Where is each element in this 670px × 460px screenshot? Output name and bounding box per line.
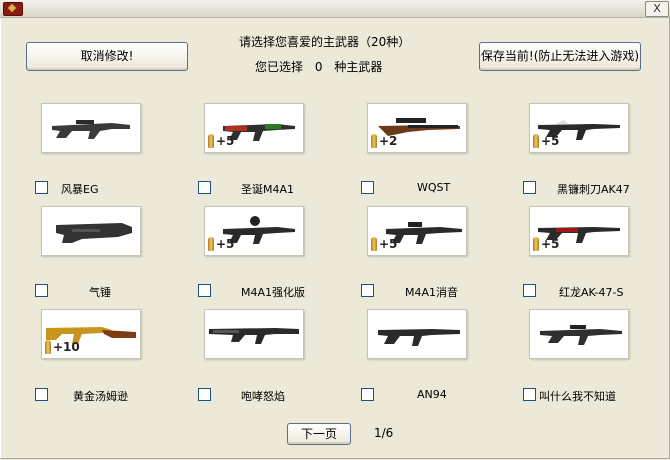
weapon-checkbox[interactable] <box>523 181 536 194</box>
weapon-checkbox[interactable] <box>361 284 374 297</box>
ammo-bonus-badge: +5 <box>208 133 234 149</box>
page-indicator: 1/6 <box>374 426 394 440</box>
weapon-image[interactable]: +5 <box>529 103 629 153</box>
weapon-card: AN94 <box>361 309 537 401</box>
rifle-icon <box>378 329 460 346</box>
weapon-card: +5 圣诞M4A1 <box>198 103 374 196</box>
rifle-icon <box>540 325 622 345</box>
ammo-bonus-badge: +5 <box>533 133 559 149</box>
rifle-icon <box>56 223 132 243</box>
weapon-card: 风暴EG <box>35 103 211 196</box>
weapon-image[interactable] <box>529 309 629 359</box>
weapon-checkbox[interactable] <box>523 388 536 401</box>
page-title: 请选择您喜爱的主武器（20种） <box>239 35 411 49</box>
weapon-image[interactable]: +5 <box>204 103 304 153</box>
weapon-card: 叫什么我不知道 <box>523 309 670 403</box>
weapon-image[interactable]: +5 <box>367 206 467 256</box>
app-icon <box>3 2 23 16</box>
weapon-checkbox[interactable] <box>198 181 211 194</box>
weapon-image[interactable] <box>367 309 467 359</box>
save-current-button[interactable]: 保存当前!(防止无法进入游戏) <box>479 42 641 71</box>
rifle-icon <box>52 120 130 139</box>
weapon-name: 气锤 <box>89 286 111 299</box>
weapon-selection-panel: 取消修改! 请选择您喜爱的主武器（20种） 您已选择 0 种主武器 保存当前!(… <box>0 18 670 459</box>
selected-count: 0 <box>314 60 323 74</box>
weapon-name: 风暴EG <box>61 183 99 196</box>
weapon-name: 红龙AK-47-S <box>559 286 624 299</box>
weapon-card: +5 红龙AK-47-S <box>523 206 670 299</box>
selected-suffix: 种主武器 <box>334 60 383 74</box>
weapon-image[interactable]: +2 <box>367 103 467 153</box>
weapon-card: 气锤 <box>35 206 211 299</box>
weapon-name: 黑镰刺刀AK47 <box>557 183 630 196</box>
weapon-checkbox[interactable] <box>35 181 48 194</box>
ammo-bonus-badge: +2 <box>371 133 397 149</box>
weapon-name: AN94 <box>417 388 447 401</box>
weapon-checkbox[interactable] <box>361 388 374 401</box>
weapon-card: 咆哮怒焰 <box>198 309 374 403</box>
weapon-image[interactable]: +10 <box>41 309 141 359</box>
weapon-name: M4A1强化版 <box>241 286 306 299</box>
weapon-name: 圣诞M4A1 <box>241 183 295 196</box>
weapon-name: 叫什么我不知道 <box>539 390 616 403</box>
weapon-image[interactable] <box>204 309 304 359</box>
weapon-checkbox[interactable] <box>35 284 48 297</box>
close-button[interactable]: X <box>645 1 669 17</box>
ammo-bonus-badge: +5 <box>533 236 559 252</box>
selected-count-line: 您已选择 0 种主武器 <box>255 58 382 75</box>
weapon-card: +5 M4A1消音 <box>361 206 537 299</box>
weapon-checkbox[interactable] <box>198 284 211 297</box>
weapon-card: +10 黄金汤姆逊 <box>35 309 211 403</box>
weapon-name: 咆哮怒焰 <box>241 390 285 403</box>
ammo-bonus-badge: +10 <box>45 339 80 355</box>
weapon-checkbox[interactable] <box>198 388 211 401</box>
weapon-image[interactable] <box>41 103 141 153</box>
weapon-image[interactable] <box>41 206 141 256</box>
rifle-icon <box>209 328 299 344</box>
cancel-changes-button[interactable]: 取消修改! <box>26 42 188 71</box>
next-page-button[interactable]: 下一页 <box>287 423 351 445</box>
weapon-card: +2 WQST <box>361 103 537 194</box>
weapon-checkbox[interactable] <box>35 388 48 401</box>
weapon-card: +5 黑镰刺刀AK47 <box>523 103 670 196</box>
weapon-image[interactable]: +5 <box>204 206 304 256</box>
weapon-name: WQST <box>417 181 451 194</box>
weapon-card: +5 M4A1强化版 <box>198 206 374 299</box>
weapon-checkbox[interactable] <box>523 284 536 297</box>
weapon-name: M4A1消音 <box>405 286 459 299</box>
weapon-name: 黄金汤姆逊 <box>73 390 128 403</box>
ammo-bonus-badge: +5 <box>371 236 397 252</box>
title-bar: X <box>0 0 670 18</box>
ammo-bonus-badge: +5 <box>208 236 234 252</box>
weapon-image[interactable]: +5 <box>529 206 629 256</box>
selected-prefix: 您已选择 <box>255 60 304 74</box>
weapon-checkbox[interactable] <box>361 181 374 194</box>
